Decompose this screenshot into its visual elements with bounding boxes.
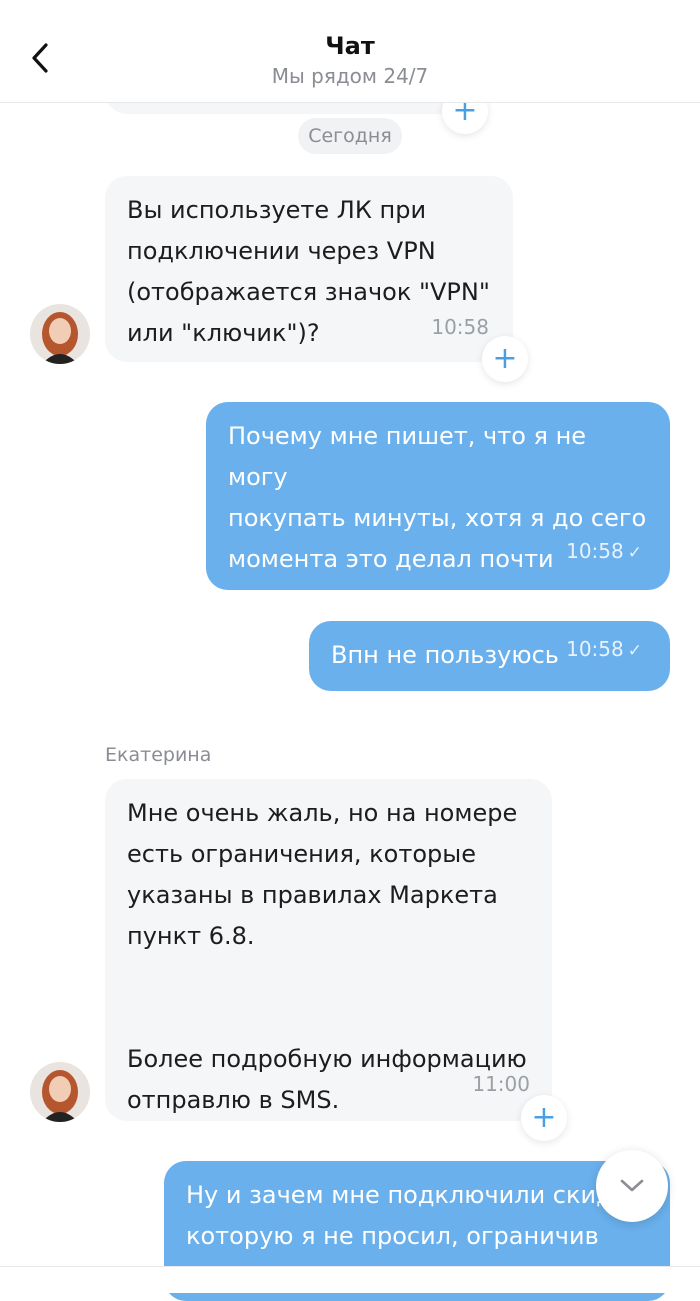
message-time: 10:58 [431,315,489,339]
message-bubble-incoming: Вы используете ЛК при подключении через … [105,176,513,362]
message-line: Почему мне пишет, что я не могу [228,422,587,491]
message-line: есть ограничения, которые [127,840,476,868]
message-time: 10:58 ✓ [566,531,642,574]
add-reaction-button[interactable]: + [482,336,528,382]
chat-area: + Сегодня Вы используете ЛК при подключе… [0,0,700,1301]
scroll-to-bottom-button[interactable] [596,1150,668,1222]
agent-avatar-image [30,1062,90,1122]
plus-icon: + [531,1100,557,1135]
chevron-down-icon [620,1179,644,1192]
message-line: Более подробную информацию [127,1045,527,1073]
message-line: которую я не просил, ограничив [186,1222,599,1250]
avatar [30,304,90,364]
date-separator: Сегодня [298,118,402,154]
agent-avatar-image [30,304,90,364]
check-icon: ✓ [627,543,642,563]
message-time: 10:58 ✓ [566,629,642,672]
plus-icon: + [492,341,518,376]
message-line: указаны в правилах Маркета [127,881,498,909]
message-bubble-incoming: Мне очень жаль, но на номере есть ограни… [105,779,552,1121]
page-title: Чат [325,32,375,60]
message-line: Ну и зачем мне подключили скид [186,1181,613,1209]
chat-header: Чат Мы рядом 24/7 [0,0,700,103]
message-time-text: 10:58 [566,637,624,661]
add-reaction-button[interactable]: + [521,1095,567,1141]
message-text: Впн не пользуюсь [331,641,559,669]
message-line: подключении через VPN [127,237,436,265]
message-input-bar[interactable] [0,1266,700,1293]
page-subtitle: Мы рядом 24/7 [271,64,429,88]
avatar [30,1062,90,1122]
message-line: Вы используете ЛК при [127,196,427,224]
sender-name: Екатерина [105,744,212,766]
message-bubble-outgoing: Почему мне пишет, что я не могу покупать… [206,402,670,614]
message-line: пункт 6.8. [127,922,255,950]
message-time-text: 10:58 [566,539,624,563]
check-icon: ✓ [627,641,642,661]
message-line: ежедневно? [228,586,384,614]
message-bubble-outgoing: Впн не пользуюсь 10:58 ✓ [309,621,670,691]
message-line: отправлю в SMS. [127,1086,340,1114]
message-line: Мне очень жаль, но на номере [127,799,518,827]
message-time: 11:00 [472,1072,530,1096]
